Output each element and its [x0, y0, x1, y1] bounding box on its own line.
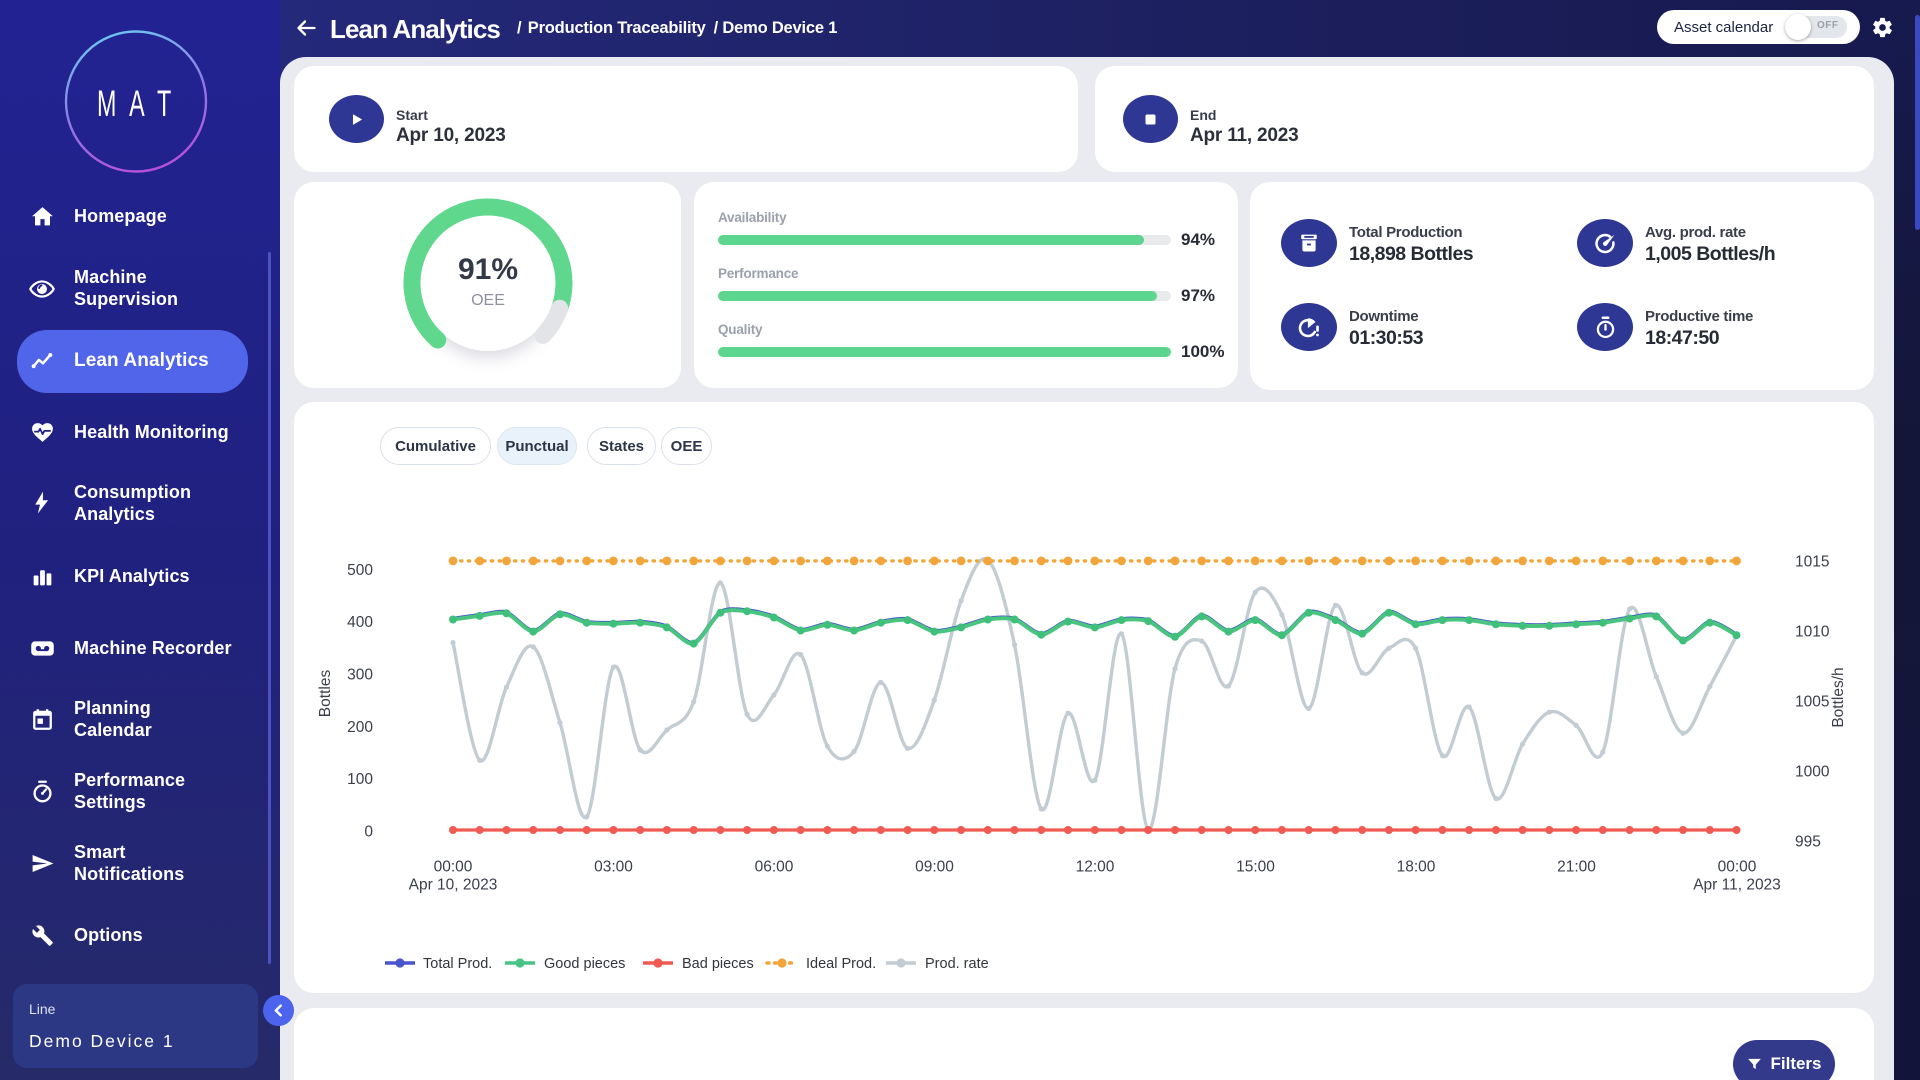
svg-text:00:00: 00:00 [1718, 859, 1757, 876]
svg-text:Good pieces: Good pieces [544, 956, 625, 972]
svg-text:Apr 11, 2023: Apr 11, 2023 [1693, 877, 1781, 894]
svg-text:Ideal Prod.: Ideal Prod. [806, 956, 876, 972]
svg-text:1000: 1000 [1795, 764, 1830, 781]
svg-text:500: 500 [347, 562, 373, 579]
svg-text:M A T: M A T [97, 83, 175, 124]
svg-text:03:00: 03:00 [594, 859, 633, 876]
svg-text:1005: 1005 [1795, 694, 1829, 711]
svg-text:0: 0 [364, 824, 373, 841]
svg-text:Total Prod.: Total Prod. [423, 956, 492, 972]
svg-text:21:00: 21:00 [1557, 859, 1596, 876]
svg-text:18:00: 18:00 [1397, 859, 1436, 876]
svg-text:OEE: OEE [471, 292, 505, 309]
svg-text:100: 100 [347, 771, 373, 788]
svg-text:1015: 1015 [1795, 554, 1829, 571]
svg-text:Bottles: Bottles [317, 670, 334, 718]
svg-text:06:00: 06:00 [755, 859, 794, 876]
svg-text:1010: 1010 [1795, 624, 1830, 641]
svg-text:00:00: 00:00 [434, 859, 473, 876]
svg-text:Bottles/h: Bottles/h [1830, 667, 1847, 727]
svg-text:15:00: 15:00 [1236, 859, 1275, 876]
svg-text:12:00: 12:00 [1076, 859, 1115, 876]
svg-text:200: 200 [347, 719, 373, 736]
svg-text:995: 995 [1795, 834, 1821, 851]
svg-text:Bad pieces: Bad pieces [682, 956, 754, 972]
svg-text:09:00: 09:00 [915, 859, 954, 876]
svg-text:300: 300 [347, 667, 373, 684]
svg-text:400: 400 [347, 614, 373, 631]
svg-text:91%: 91% [458, 253, 518, 286]
svg-text:Apr 10, 2023: Apr 10, 2023 [409, 877, 498, 894]
svg-text:Prod. rate: Prod. rate [925, 956, 989, 972]
